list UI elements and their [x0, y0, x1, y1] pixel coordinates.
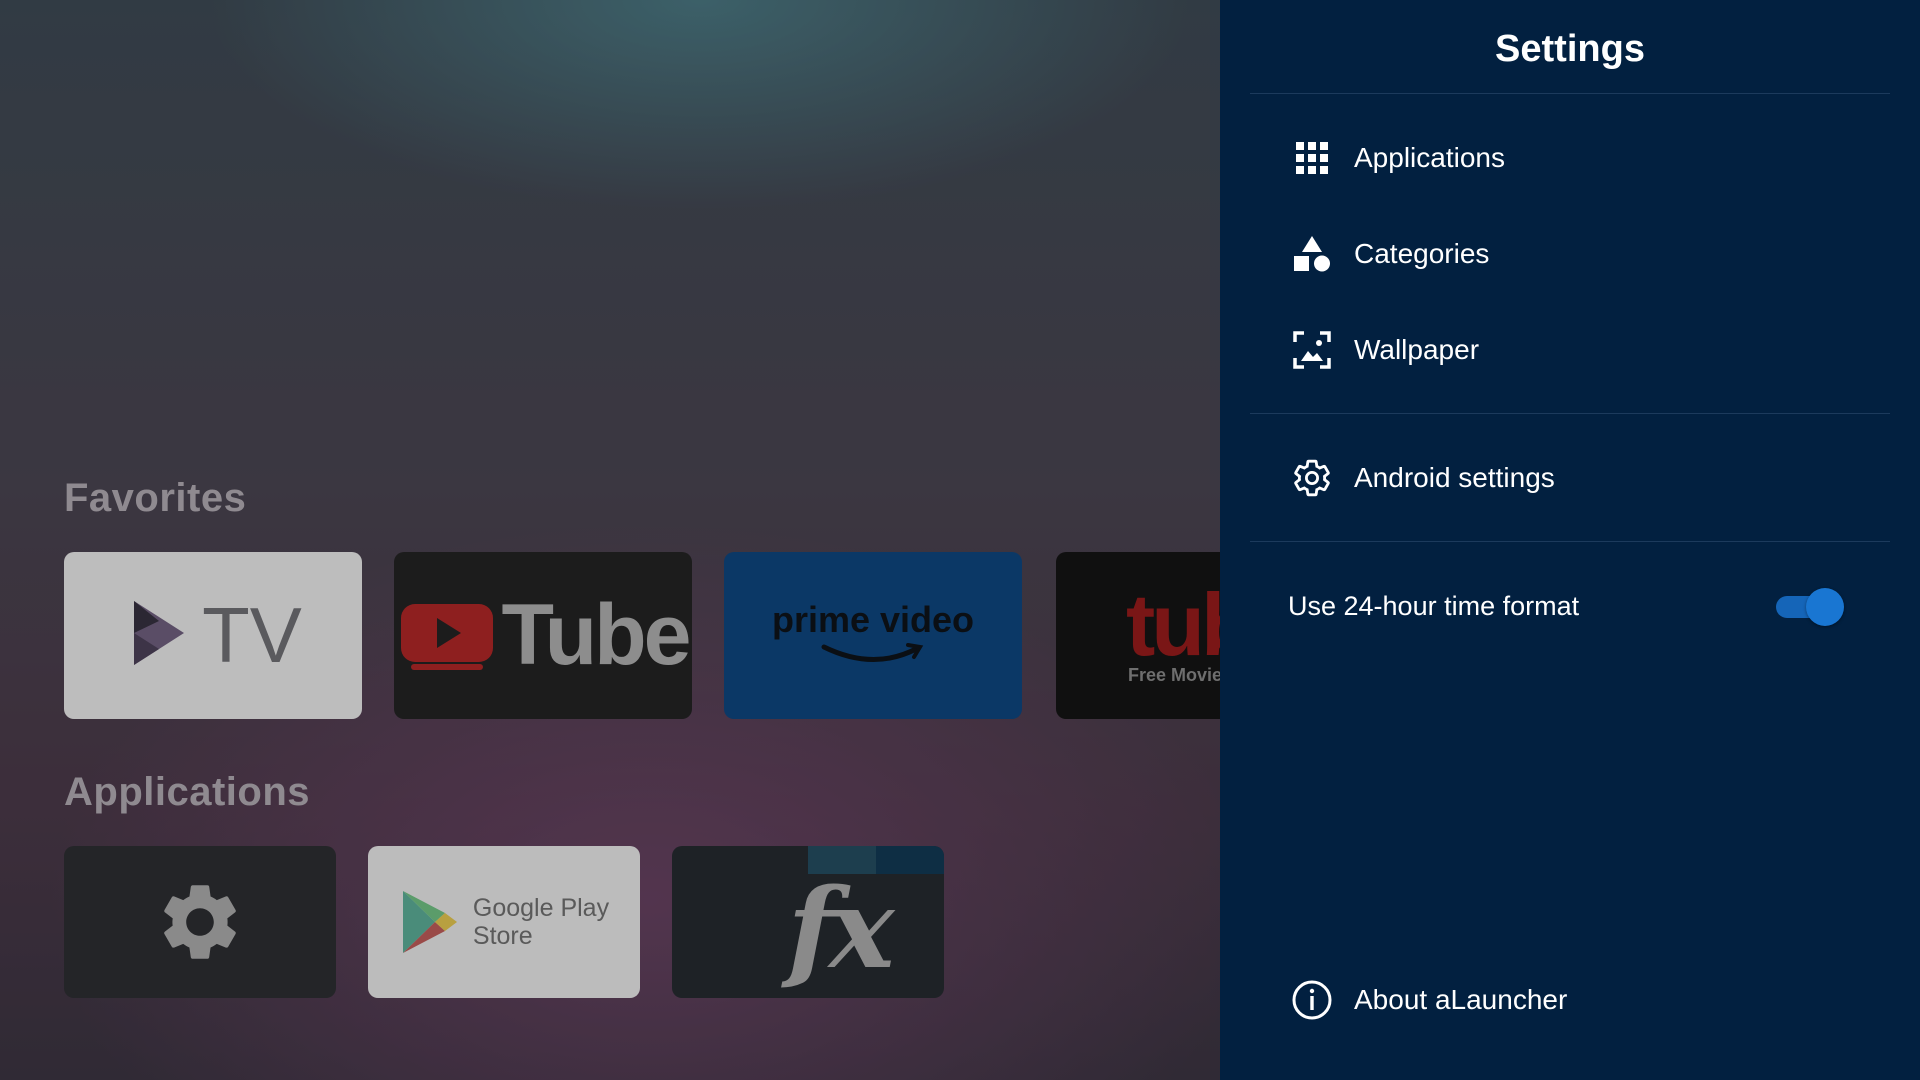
- favorite-tile-tv[interactable]: TV: [64, 552, 362, 719]
- toggle-knob: [1806, 588, 1844, 626]
- favorite-tile-tubi[interactable]: tubi Free Movie: [1056, 552, 1222, 719]
- section-divider-2: [1250, 541, 1890, 542]
- menu-item-about[interactable]: About aLauncher: [1250, 960, 1890, 1040]
- fx-logo: fx: [787, 863, 895, 993]
- tv-logo-icon: [134, 600, 185, 665]
- shapes-icon: [1290, 232, 1334, 276]
- youtube-play-icon: [401, 603, 494, 670]
- wallpaper-icon: [1290, 328, 1334, 372]
- prime-video-label: prime video: [771, 598, 975, 640]
- title-divider: [1250, 93, 1890, 94]
- info-icon: [1290, 978, 1334, 1022]
- menu-label-android-settings: Android settings: [1354, 462, 1555, 493]
- settings-panel: Settings Applications Categories Wallpap…: [1220, 0, 1920, 1080]
- section-divider-1: [1250, 413, 1890, 414]
- favorite-tile-youtube[interactable]: Tube: [394, 552, 692, 719]
- time-format-label: Use 24-hour time format: [1288, 590, 1580, 621]
- menu-item-categories[interactable]: Categories: [1250, 214, 1890, 294]
- fx-banner-right: [876, 846, 944, 874]
- menu-item-android-settings[interactable]: Android settings: [1250, 438, 1890, 518]
- gear-icon: [1290, 456, 1334, 500]
- youtube-label: Tube: [501, 587, 691, 683]
- favorites-title: Favorites: [64, 476, 247, 520]
- time-format-toggle[interactable]: [1772, 588, 1844, 626]
- menu-item-wallpaper[interactable]: Wallpaper: [1250, 310, 1890, 390]
- google-play-icon: [402, 891, 457, 953]
- menu-label-applications: Applications: [1354, 142, 1505, 173]
- play-store-label-line2: Store: [472, 922, 533, 950]
- tubi-sublabel: Free Movie: [1128, 665, 1222, 685]
- amazon-smile-icon: [821, 642, 924, 662]
- tubi-label: tubi: [1126, 575, 1222, 674]
- grid-icon: [1290, 136, 1334, 180]
- play-store-label-line1: Google Play: [472, 894, 610, 922]
- time-format-row[interactable]: Use 24-hour time format: [1250, 566, 1890, 646]
- app-tile-settings[interactable]: [64, 846, 336, 998]
- app-tile-google-play-store[interactable]: Google Play Store: [368, 846, 640, 998]
- menu-label-wallpaper: Wallpaper: [1354, 334, 1480, 365]
- settings-title: Settings: [1495, 28, 1645, 70]
- tv-label: TV: [202, 591, 302, 679]
- settings-gear-icon: [164, 885, 236, 959]
- favorite-tile-prime-video[interactable]: prime video: [724, 552, 1022, 719]
- menu-label-categories: Categories: [1354, 238, 1490, 269]
- applications-title: Applications: [64, 770, 311, 814]
- fx-banner-left: [808, 846, 876, 874]
- menu-item-applications[interactable]: Applications: [1250, 118, 1890, 198]
- app-tile-fx[interactable]: fx: [672, 846, 944, 998]
- menu-label-about: About aLauncher: [1354, 984, 1568, 1015]
